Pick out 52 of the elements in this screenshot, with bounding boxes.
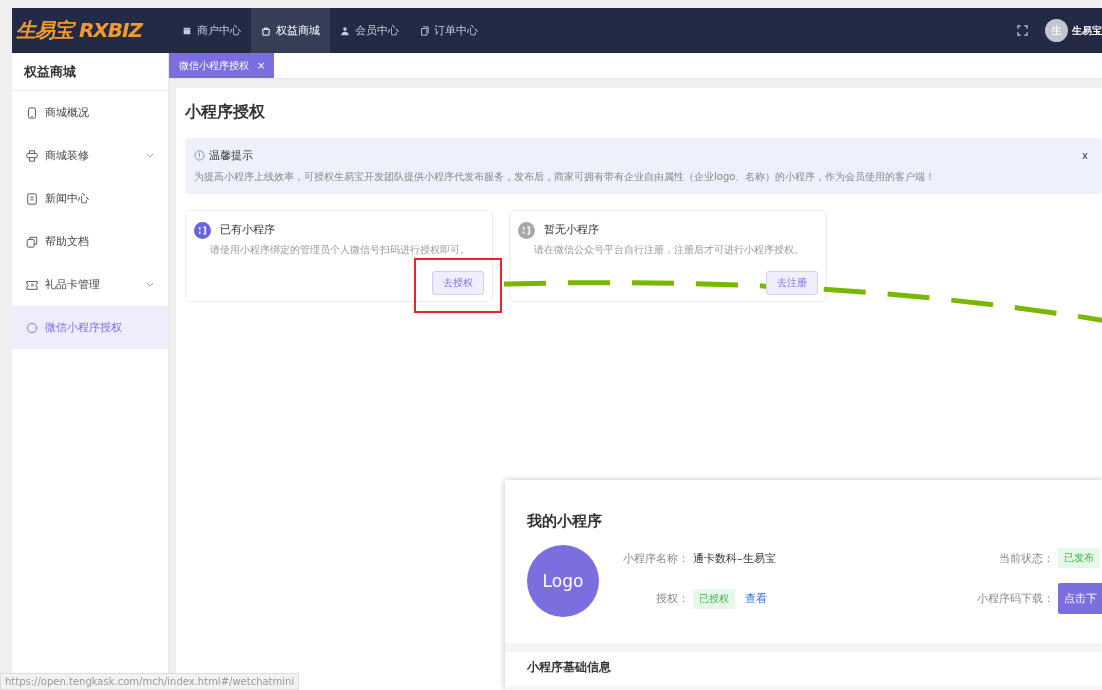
chat-icon [26,321,38,334]
field-label: 授权： [655,591,689,606]
status-tag: 已发布 [1058,548,1100,568]
field-label: 小程序名称： [622,550,689,566]
page-tab[interactable]: 微信小程序授权 × [169,53,275,78]
sidebar-item[interactable]: 礼品卡管理 [12,263,168,306]
store-icon [182,25,192,36]
status-bar-url: https://open.tengkask.com/mch/index.html#/wetchatmini [0,673,300,690]
field-label: 小程序码下载： [976,591,1054,606]
user-name: 生易宝 [1072,23,1102,38]
nav-tab[interactable]: 会员中心 [330,8,409,53]
sidebar-item[interactable]: 商城装修 [12,134,168,177]
fullscreen-icon[interactable] [1017,25,1028,36]
bag-icon [261,25,271,36]
sidebar-item[interactable]: 商城概况 [12,91,168,134]
field-label: 当前状态： [998,550,1054,566]
chevron-down-icon[interactable] [146,153,154,158]
info-icon [194,150,205,161]
field-value: 通卡数科–生易宝 [692,550,777,566]
nav-tab[interactable]: 商户中心 [172,8,251,53]
card-icon [26,278,38,291]
action-button[interactable]: 去授权 [432,270,484,295]
download-button[interactable]: 点击下 [1058,583,1102,614]
printer-icon [26,149,38,162]
sidebar-item[interactable]: 新闻中心 [12,177,168,220]
document-icon [419,25,429,36]
logo: 生易宝 RXBIZ [15,17,144,44]
card-title: 已有小程序 [220,223,275,237]
chevron-down-icon[interactable] [146,282,154,287]
copy-icon [26,235,38,248]
notice-title: 温馨提示 [209,148,254,163]
nav-tab[interactable]: 权益商城 [251,8,330,53]
close-button[interactable]: x [1082,150,1088,161]
sidebar-item[interactable]: 帮助文档 [12,220,168,263]
card-description: 请在微信公众号平台自行注册，注册后才可进行小程序授权。 [534,242,805,257]
nav-tab[interactable]: 订单中心 [409,8,488,53]
status-tag: 已授权 [693,588,735,609]
page-title: 小程序授权 [185,102,266,123]
sidebar-title: 权益商城 [12,53,168,91]
close-icon[interactable]: × [257,60,266,71]
document-icon [26,192,38,205]
panel-title: 我的小程序 [505,480,1102,531]
action-button[interactable]: 去注册 [766,270,818,295]
phone-icon [26,106,38,119]
app-logo: Logo [527,545,599,617]
sidebar-item[interactable]: 微信小程序授权 [12,306,168,349]
notice-text: 为提高小程序上线效率，可授权生易宝开发团队提供小程序代发布服务，发布后，商家可拥有带有企业自由属性（企业logo、名称）的小程序，作为会员使用的客户端！ [194,170,937,184]
card-description: 请使用小程序绑定的管理员个人微信号扫码进行授权即可。 [210,242,471,257]
view-link[interactable]: 查看 [745,591,767,606]
card-title: 暂无小程序 [544,223,599,237]
person-icon [340,25,350,36]
section-title: 小程序基础信息 [527,660,611,674]
